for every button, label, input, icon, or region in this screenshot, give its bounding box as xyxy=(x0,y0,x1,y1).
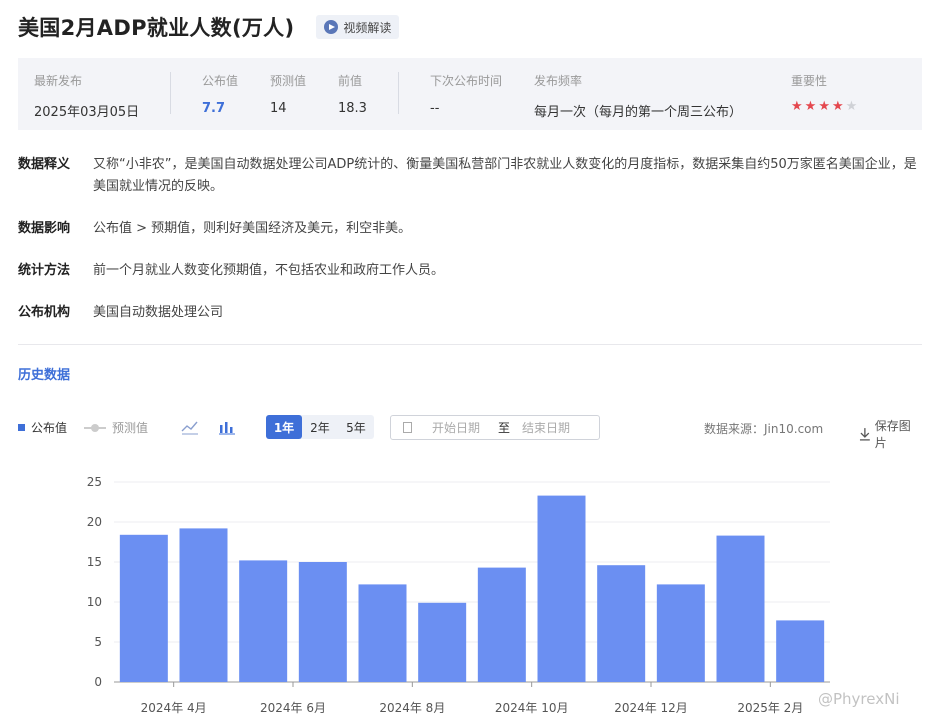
adp-bar-chart: 0 5 10 15 20 25 2024年 4月 2024年 6月 2024年 8月 2024年 … xyxy=(87,475,830,715)
frequency-value: 每月一次（每月的第一个周三公布） xyxy=(534,105,743,120)
definition-row: 数据释义 又称“小非农”，是美国自动数据处理公司ADP统计的、衡量美国私营部门非… xyxy=(18,154,923,198)
forecast: 预测值 14 xyxy=(270,72,306,116)
forecast-value: 14 xyxy=(270,101,287,116)
star-icon: ★ xyxy=(818,99,830,114)
date-range-picker[interactable]: 开始日期 至 结束日期 xyxy=(390,415,600,440)
bar xyxy=(418,602,467,682)
data-source: 数据来源：Jin10.com xyxy=(704,422,824,436)
latest-release-value: 2025年03月05日 xyxy=(34,105,140,120)
y-tick-label: 15 xyxy=(87,555,102,569)
end-date-input[interactable]: 结束日期 xyxy=(522,419,570,436)
y-tick-label: 0 xyxy=(94,675,102,689)
bar xyxy=(776,620,825,682)
importance-stars: ★ ★ ★ ★ ★ xyxy=(791,100,857,114)
x-tick-label: 2024年 12月 xyxy=(614,701,688,715)
frequency: 发布频率 每月一次（每月的第一个周三公布） xyxy=(534,72,742,120)
actual-label: 公布值 xyxy=(202,74,239,88)
bar xyxy=(477,567,526,682)
history-title[interactable]: 历史数据 xyxy=(18,364,70,383)
bar xyxy=(179,528,228,682)
title-row: 美国2月ADP就业人数(万人) 视频解读 xyxy=(18,12,400,42)
forecast-label: 预测值 xyxy=(270,74,307,88)
next-release-value: -- xyxy=(430,101,440,116)
latest-release-label: 最新发布 xyxy=(34,74,83,88)
line-marker-icon xyxy=(84,423,106,432)
divider xyxy=(398,72,399,114)
bar xyxy=(119,534,168,682)
impact-value: 公布值 > 预期值，则利好美国经济及美元，利空非美。 xyxy=(93,221,412,236)
method-value: 前一个月就业人数变化预期值，不包括农业和政府工作人员。 xyxy=(93,263,445,278)
bar xyxy=(239,560,288,682)
legend-forecast[interactable]: 预测值 xyxy=(84,419,148,436)
calendar-icon xyxy=(403,422,412,433)
impact-key: 数据影响 xyxy=(18,221,71,236)
x-tick-label: 2024年 4月 xyxy=(141,701,207,715)
definition-value: 又称“小非农”，是美国自动数据处理公司ADP统计的、衡量美国私营部门非农就业人数… xyxy=(93,157,917,194)
actual: 公布值 7.7 xyxy=(202,72,238,116)
bar xyxy=(358,584,407,682)
x-tick-label: 2025年 2月 xyxy=(737,701,803,715)
legend-actual-label: 公布值 xyxy=(31,421,68,435)
legend-forecast-label: 预测值 xyxy=(112,421,149,435)
x-tick-label: 2024年 6月 xyxy=(260,701,326,715)
range-button[interactable]: 2年 xyxy=(302,415,338,439)
latest-release: 最新发布 2025年03月05日 xyxy=(34,72,139,120)
x-tick-label: 2024年 8月 xyxy=(379,701,445,715)
y-tick-label: 20 xyxy=(87,515,102,529)
frequency-label: 发布频率 xyxy=(534,74,583,88)
legend-actual[interactable]: 公布值 xyxy=(18,419,67,436)
star-icon: ★ xyxy=(804,99,817,114)
start-date-input[interactable]: 开始日期 xyxy=(432,419,480,436)
actual-value: 7.7 xyxy=(202,101,226,116)
video-interpretation-button[interactable]: 视频解读 xyxy=(316,15,400,39)
section-divider xyxy=(18,344,922,345)
square-icon xyxy=(18,424,25,431)
organization-key: 公布机构 xyxy=(18,305,71,320)
line-chart-icon[interactable] xyxy=(181,419,199,435)
importance-label: 重要性 xyxy=(791,74,828,88)
chart-toolbar: 公布值 预测值 1年 2年 5年 开始日期 至 结束日期 数据来源：Jin10.co… xyxy=(18,414,922,450)
definition-key: 数据释义 xyxy=(18,157,71,172)
previous-value: 18.3 xyxy=(338,101,367,116)
watermark: @PhyrexNi xyxy=(818,690,900,708)
organization-row: 公布机构 美国自动数据处理公司 xyxy=(18,302,923,324)
release-info-panel: 最新发布 2025年03月05日 公布值 7.7 预测值 14 前值 18.3 … xyxy=(18,58,922,130)
star-icon: ★ xyxy=(831,99,844,114)
divider xyxy=(170,72,171,114)
bar xyxy=(298,562,347,682)
bar xyxy=(656,584,705,682)
method-key: 统计方法 xyxy=(18,263,71,278)
bar-chart-icon[interactable] xyxy=(218,419,236,435)
save-image-button[interactable]: 保存图片 xyxy=(858,417,922,451)
bar xyxy=(537,495,586,682)
star-icon: ★ xyxy=(845,99,858,114)
previous: 前值 18.3 xyxy=(338,72,367,116)
video-label: 视频解读 xyxy=(343,20,392,35)
bar xyxy=(597,565,646,682)
range-button[interactable]: 5年 xyxy=(338,415,374,439)
impact-row: 数据影响 公布值 > 预期值，则利好美国经济及美元，利空非美。 xyxy=(18,218,923,240)
save-image-label: 保存图片 xyxy=(874,419,911,450)
range-selector: 1年 2年 5年 xyxy=(266,415,374,439)
importance: 重要性 ★ ★ ★ ★ ★ xyxy=(791,72,857,114)
y-tick-label: 25 xyxy=(87,475,102,489)
date-separator: 至 xyxy=(498,421,511,435)
bar xyxy=(716,535,765,682)
page-title: 美国2月ADP就业人数(万人) xyxy=(18,16,295,40)
y-tick-label: 10 xyxy=(87,595,102,609)
method-row: 统计方法 前一个月就业人数变化预期值，不包括农业和政府工作人员。 xyxy=(18,260,923,282)
range-button[interactable]: 1年 xyxy=(266,415,302,439)
star-icon: ★ xyxy=(791,99,803,114)
play-icon xyxy=(324,20,339,34)
next-release-label: 下次公布时间 xyxy=(430,74,503,88)
x-tick-label: 2024年 10月 xyxy=(495,701,569,715)
y-tick-label: 5 xyxy=(94,635,102,649)
next-release: 下次公布时间 -- xyxy=(430,72,502,116)
previous-label: 前值 xyxy=(338,74,363,88)
organization-value: 美国自动数据处理公司 xyxy=(93,305,224,320)
download-icon xyxy=(859,428,870,441)
